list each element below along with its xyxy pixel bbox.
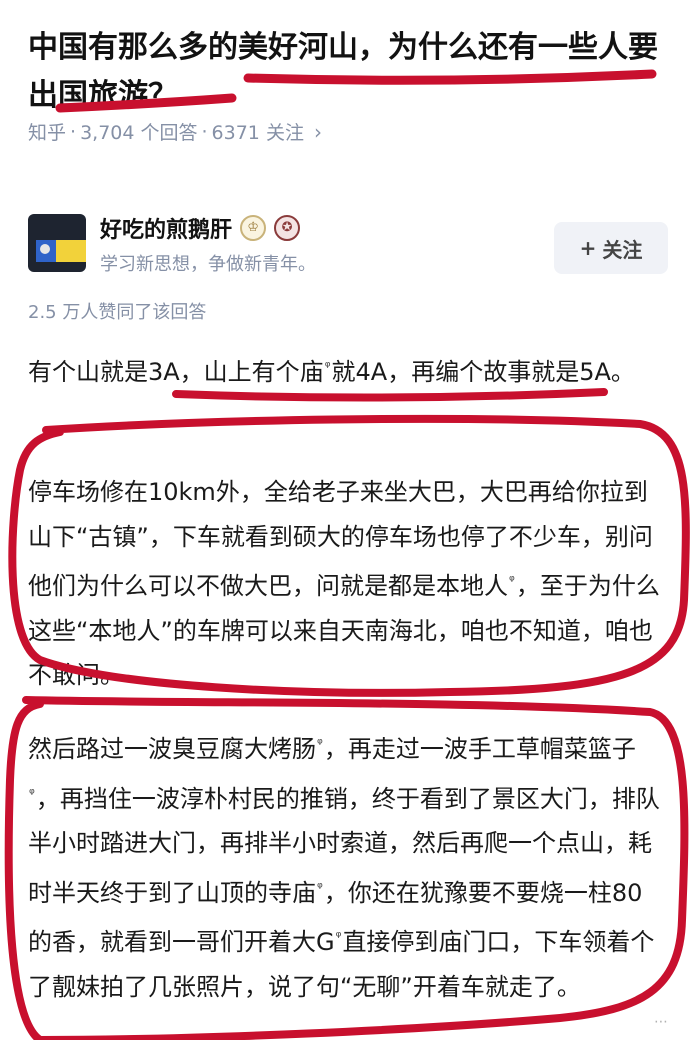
meta-separator: ·: [70, 120, 77, 143]
avatar-flag-yellow: [56, 240, 86, 262]
text-segment: 有个山就是3A，山上有个庙: [28, 358, 324, 386]
follower-count: 6371 关注: [211, 122, 304, 144]
question-title[interactable]: 中国有那么多的美好河山，为什么还有一些人要出国旅游？: [28, 24, 668, 120]
chevron-right-icon[interactable]: ›: [314, 120, 322, 144]
text-segment: 然后路过一波臭豆腐大烤肠: [28, 735, 316, 763]
search-icon[interactable]: ᵠ: [336, 929, 342, 945]
answer-paragraph-3: 然后路过一波臭豆腐大烤肠ᵠ，再走过一波手工草帽菜篮子ᵠ，再挡住一波淳朴村民的推销…: [28, 722, 664, 1009]
author-bio: 学习新思想，争做新青年。: [100, 254, 316, 275]
follow-label: 关注: [602, 237, 643, 262]
search-icon[interactable]: ᵠ: [325, 359, 331, 375]
author-row: 好吃的煎鹅肝 ♔ ✪ 学习新思想，争做新青年。 + 关注: [28, 212, 668, 282]
answer-paragraph-1: 有个山就是3A，山上有个庙ᵠ就4A，再编个故事就是5A。: [28, 344, 664, 395]
search-icon[interactable]: ᵠ: [317, 880, 323, 896]
watermark: ⋯: [654, 1014, 668, 1030]
vote-count: 2.5 万人赞同了该回答: [28, 302, 207, 323]
crown-badge-icon[interactable]: ♔: [240, 215, 267, 241]
author-name-row: 好吃的煎鹅肝 ♔ ✪: [100, 212, 301, 244]
meta-separator: ·: [201, 120, 208, 143]
avatar[interactable]: [28, 214, 86, 272]
follow-button[interactable]: + 关注: [554, 222, 668, 274]
search-icon[interactable]: ᵠ: [317, 736, 323, 752]
avatar-dot: [40, 244, 50, 254]
medal-badge-icon[interactable]: ✪: [274, 215, 301, 241]
text-segment: ，再走过一波手工草帽菜篮子: [323, 735, 636, 763]
search-icon[interactable]: ᵠ: [29, 786, 35, 802]
text-segment: 就4A，再编个故事就是5A。: [331, 358, 635, 386]
question-meta[interactable]: 知乎 · 3,704 个回答 · 6371 关注 ›: [28, 118, 322, 145]
site-name: 知乎: [28, 122, 67, 144]
author-name[interactable]: 好吃的煎鹅肝: [100, 212, 232, 244]
search-icon[interactable]: ᵠ: [509, 573, 515, 589]
answer-count: 3,704 个回答: [80, 122, 198, 144]
plus-icon: +: [579, 236, 597, 260]
answer-paragraph-2: 停车场修在10km外，全给老子来坐大巴，大巴再给你拉到山下“古镇”，下车就看到硕…: [28, 470, 664, 698]
